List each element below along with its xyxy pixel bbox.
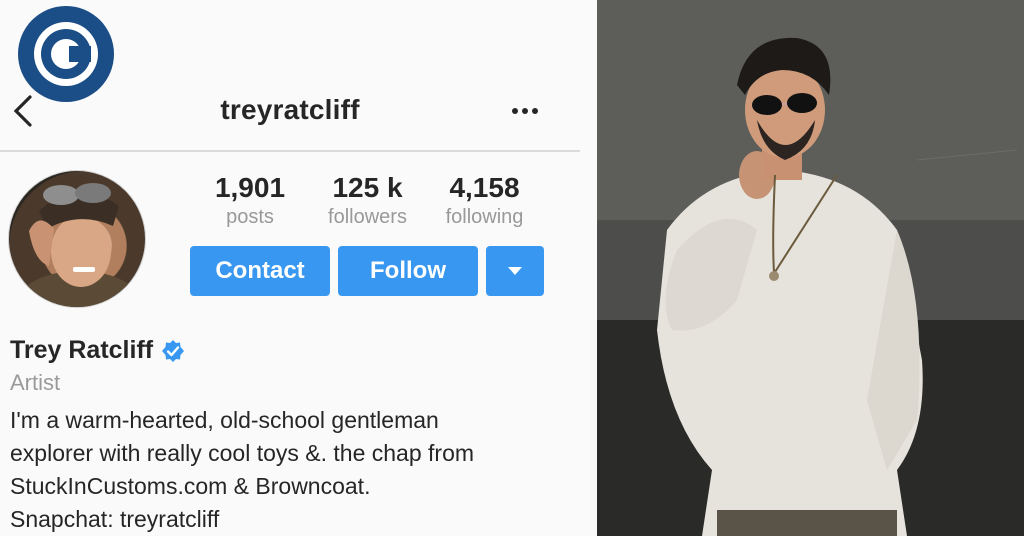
following-stat[interactable]: 4,158 following	[432, 172, 537, 229]
suggestions-dropdown-button[interactable]	[486, 246, 544, 296]
profile-username-title: treyratcliff	[220, 94, 360, 125]
caret-down-icon	[508, 267, 522, 275]
man-in-sweater-illustration	[597, 0, 1024, 536]
more-horizontal-icon[interactable]	[510, 106, 540, 116]
following-label: following	[445, 206, 524, 228]
followers-label: followers	[328, 206, 407, 228]
following-count: 4,158	[449, 172, 520, 203]
profile-full-name: Trey Ratcliff	[10, 336, 185, 365]
profile-avatar[interactable]	[8, 170, 146, 308]
profile-bio: I'm a warm-hearted, old-school gentleman…	[10, 404, 580, 536]
instagram-profile-panel: treyratcliff 1,901 posts 125 k followers…	[0, 0, 597, 536]
posts-label: posts	[226, 206, 274, 228]
verified-badge-icon	[162, 339, 185, 362]
contact-button[interactable]: Contact	[190, 246, 330, 296]
follow-button[interactable]: Follow	[338, 246, 478, 296]
posts-count: 1,901	[214, 172, 286, 203]
full-name-text: Trey Ratcliff	[10, 336, 154, 364]
bio-line: StuckInCustoms.com & Browncoat.	[10, 473, 371, 499]
followers-count: 125 k	[332, 172, 403, 203]
followers-stat[interactable]: 125 k followers	[315, 172, 420, 229]
avatar-photo	[19, 183, 139, 307]
profile-category: Artist	[10, 370, 61, 395]
model-photo	[597, 0, 1024, 536]
posts-stat[interactable]: 1,901 posts	[205, 172, 295, 229]
bio-line: Snapchat: treyratcliff	[10, 506, 220, 532]
bio-line: I'm a warm-hearted, old-school gentleman	[10, 407, 439, 433]
profile-header: treyratcliff	[0, 70, 580, 152]
bio-line: explorer with really cool toys &. the ch…	[10, 440, 475, 466]
